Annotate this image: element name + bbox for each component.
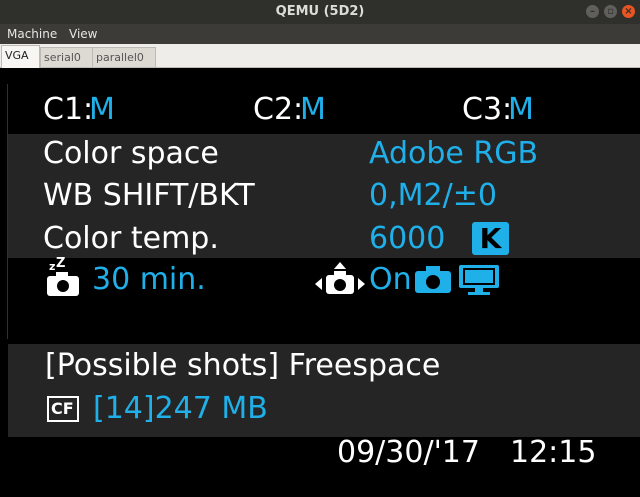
minimize-icon[interactable]: – (586, 5, 599, 18)
c2-label: C2: (253, 92, 304, 127)
kelvin-badge: K (472, 222, 509, 255)
cf-card-label: CF (51, 399, 74, 418)
c1-value: M (89, 92, 115, 127)
title-bar: QEMU (5D2) – ▫ × (0, 0, 640, 24)
live-view-camera-icon (315, 262, 365, 294)
c1-label: C1: (43, 92, 94, 127)
camera-icon (415, 266, 451, 293)
live-view-value: On (369, 262, 412, 297)
card-info-value: [14]247 MB (93, 391, 268, 426)
c2-value: M (300, 92, 326, 127)
tab-parallel0[interactable]: parallel0 (92, 47, 156, 67)
vga-screen: C1: M C2: M C3: M Color space Adobe RGB … (0, 68, 640, 497)
time-value: 12:15 (510, 435, 597, 470)
auto-power-off-value: 30 min. (92, 262, 206, 297)
color-space-label: Color space (43, 136, 219, 171)
color-temp-value: 6000 (369, 221, 446, 256)
c3-value: M (508, 92, 534, 127)
close-icon[interactable]: × (622, 5, 635, 18)
window-title: QEMU (5D2) (275, 4, 365, 19)
tab-bar: VGA serial0 parallel0 (0, 44, 640, 68)
possible-shots-label: [Possible shots] Freespace (45, 348, 441, 383)
tab-serial0[interactable]: serial0 (40, 47, 93, 67)
menu-machine[interactable]: Machine (7, 24, 57, 44)
wb-shift-label: WB SHIFT/BKT (43, 178, 255, 213)
menu-view[interactable]: View (69, 24, 97, 44)
color-temp-label: Color temp. (43, 221, 219, 256)
menu-bar: Machine View (0, 24, 640, 44)
cf-card-icon: CF (47, 396, 79, 422)
date-value: 09/30/'17 (337, 435, 480, 470)
svg-text:z: z (49, 260, 55, 273)
svg-text:Z: Z (56, 256, 65, 271)
c3-label: C3: (462, 92, 513, 127)
monitor-icon (459, 265, 499, 295)
color-space-value: Adobe RGB (369, 136, 539, 171)
sleep-camera-icon: z Z (47, 256, 79, 296)
wb-shift-value: 0,M2/±0 (369, 178, 497, 213)
tab-vga[interactable]: VGA (1, 45, 40, 68)
maximize-icon[interactable]: ▫ (604, 5, 617, 18)
